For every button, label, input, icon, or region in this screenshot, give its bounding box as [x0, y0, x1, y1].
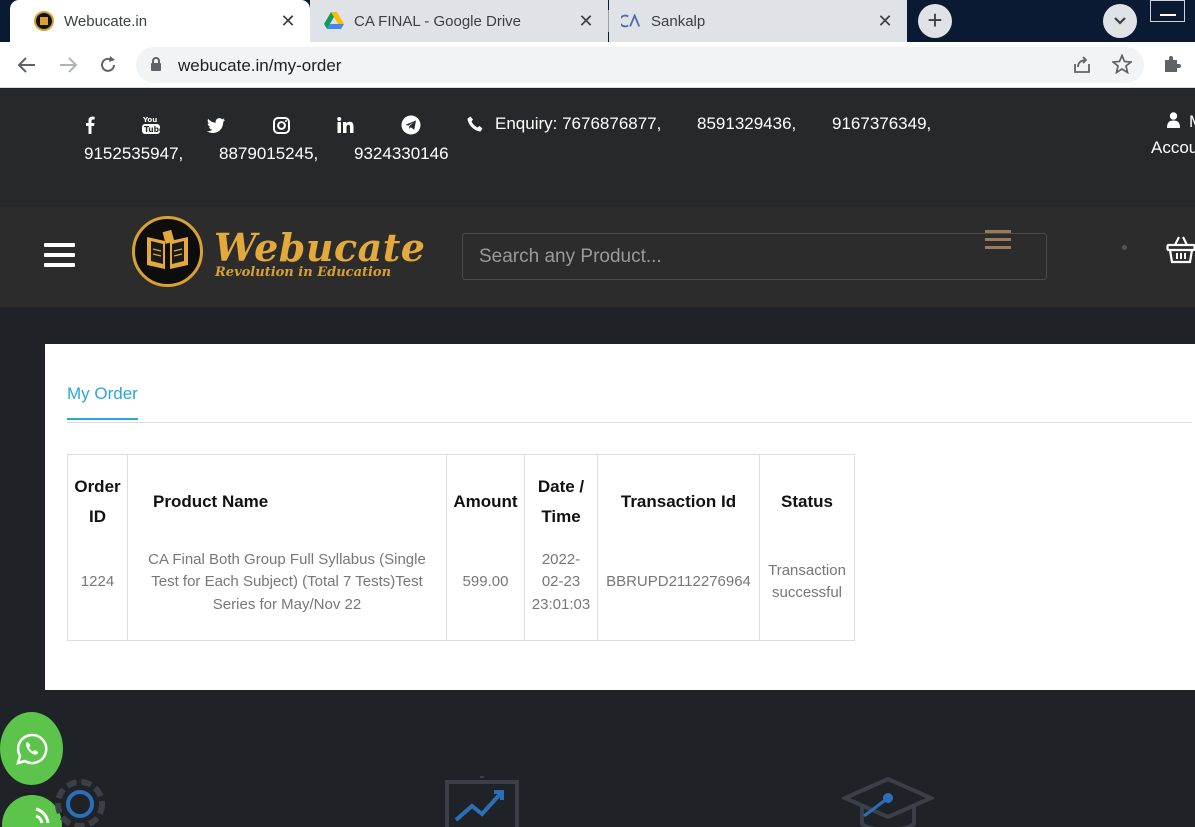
webucate-favicon-icon — [34, 11, 54, 31]
linkedin-icon[interactable] — [334, 115, 356, 135]
forward-button[interactable] — [55, 52, 81, 78]
youtube-icon[interactable]: YouTube — [140, 115, 162, 135]
enquiry-phone[interactable]: 8879015245, — [219, 144, 318, 164]
svg-text:Tube: Tube — [144, 125, 160, 134]
window-minimize-button[interactable] — [1150, 0, 1185, 22]
facebook-icon[interactable] — [79, 115, 101, 135]
graduation-cap-icon — [840, 776, 936, 827]
bookmark-star-icon[interactable] — [1110, 53, 1134, 79]
account-label: Accou — [1151, 138, 1195, 157]
column-header-status: Status — [759, 454, 855, 549]
tab-google-drive[interactable]: CA FINAL - Google Drive ✕ — [310, 0, 608, 42]
google-drive-icon — [324, 11, 344, 31]
url-text: webucate.in/my-order — [178, 56, 342, 75]
browser-tab-strip: Webucate.in ✕ CA FINAL - Google Drive ✕ … — [0, 0, 1195, 42]
column-header-amount: Amount — [446, 454, 525, 549]
address-bar[interactable]: webucate.in/my-order — [136, 47, 1144, 83]
decorative-dot — [1122, 245, 1127, 250]
telegram-icon[interactable] — [400, 115, 422, 135]
menu-lines-icon[interactable] — [985, 230, 1011, 252]
user-icon — [1167, 112, 1180, 133]
svg-text:You: You — [142, 116, 157, 124]
cell-order-id: 1224 — [67, 548, 128, 641]
settings-gear-icon — [50, 772, 114, 827]
tab-close-icon[interactable]: ✕ — [576, 11, 596, 31]
enquiry-phone[interactable]: 9152535947, — [84, 144, 183, 164]
whatsapp-icon — [15, 733, 47, 765]
column-header-date-time: Date / Time — [524, 454, 598, 549]
table-header-row: Order ID Product Name Amount Date / Time… — [67, 454, 855, 549]
extensions-puzzle-icon[interactable] — [1161, 54, 1183, 81]
growth-chart-icon — [444, 774, 522, 827]
tab-title: CA FINAL - Google Drive — [354, 12, 521, 30]
webucate-logo-icon[interactable] — [132, 216, 203, 287]
sankalp-favicon-icon — [621, 11, 641, 31]
column-header-product-name: Product Name — [127, 454, 447, 549]
tab-my-order[interactable]: My Order — [67, 384, 138, 420]
tab-close-icon[interactable]: ✕ — [278, 11, 298, 31]
reload-button[interactable] — [95, 52, 121, 78]
forward-arrow-icon — [60, 57, 78, 73]
phone-icon — [467, 116, 483, 137]
account-initial: M — [1189, 112, 1195, 132]
back-arrow-icon — [17, 57, 35, 73]
cell-date-time: 2022-02-23 23:01:03 — [524, 548, 598, 641]
tab-sankalp[interactable]: Sankalp ✕ — [609, 0, 907, 42]
back-button[interactable] — [14, 52, 40, 78]
enquiry-phone[interactable]: 9167376349, — [832, 114, 931, 134]
instagram-icon[interactable] — [270, 115, 292, 135]
enquiry-text: Enquiry: 7676876877, — [495, 114, 662, 133]
hamburger-menu-icon[interactable] — [44, 243, 75, 269]
lock-icon — [150, 57, 162, 77]
column-header-transaction-id: Transaction Id — [597, 454, 760, 549]
orders-table: Order ID Product Name Amount Date / Time… — [67, 454, 855, 641]
cell-product-name: CA Final Both Group Full Syllabus (Singl… — [127, 548, 447, 641]
enquiry-phone[interactable]: 8591329436, — [697, 114, 796, 134]
table-row[interactable]: 1224 CA Final Both Group Full Syllabus (… — [67, 548, 855, 641]
tab-title: Webucate.in — [64, 12, 148, 30]
tab-search-button[interactable] — [1103, 4, 1137, 38]
share-icon[interactable] — [1072, 55, 1092, 80]
tab-title: Sankalp — [651, 12, 706, 30]
twitter-icon[interactable] — [205, 115, 227, 135]
logo-text[interactable]: Webucate — [214, 225, 425, 270]
new-tab-button[interactable]: + — [918, 4, 952, 38]
logo-tagline: Revolution in Education — [215, 265, 392, 280]
tab-webucate[interactable]: Webucate.in ✕ — [10, 0, 310, 42]
reload-icon — [101, 56, 115, 72]
chevron-down-icon — [1114, 17, 1126, 25]
cell-status: Transaction successful — [759, 548, 855, 641]
account-menu[interactable]: M Accou — [1151, 110, 1195, 170]
tab-close-icon[interactable]: ✕ — [875, 11, 895, 31]
my-order-card: My Order Order ID Product Name Amount Da… — [45, 344, 1195, 690]
shopping-basket-icon[interactable] — [1166, 234, 1195, 269]
column-header-order-id: Order ID — [67, 454, 128, 549]
browser-toolbar: webucate.in/my-order — [0, 42, 1195, 88]
tab-divider — [67, 422, 1192, 423]
product-search-input[interactable] — [462, 233, 1047, 280]
cell-amount: 599.00 — [446, 548, 525, 641]
site-topbar: YouTube Enquiry: 7676876877, 8591329436,… — [0, 89, 1195, 207]
cell-transaction-id: BBRUPD2112276964 — [597, 548, 760, 641]
site-header: Webucate Revolution in Education — [0, 207, 1195, 307]
enquiry-phone[interactable]: 9324330146 — [354, 144, 449, 164]
